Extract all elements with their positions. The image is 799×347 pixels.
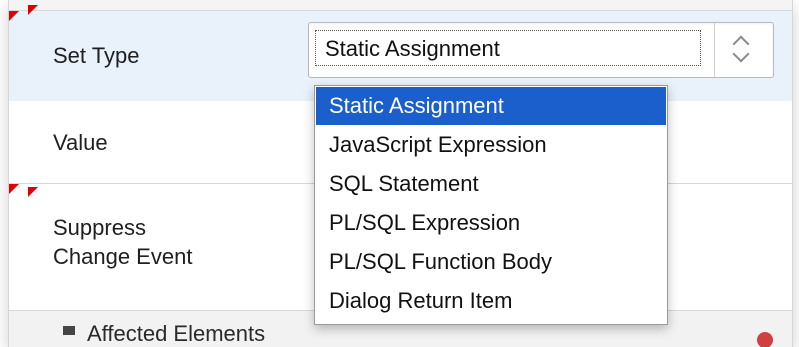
screenshot-stage: Set Type Static Assignment Value Suppres… — [0, 0, 799, 347]
suppress-change-event-label: Suppress Change Event — [53, 213, 263, 271]
option-javascript-expression[interactable]: JavaScript Expression — [316, 126, 666, 164]
affected-elements-label: Affected Elements — [87, 321, 266, 346]
suppress-label-line2: Change Event — [53, 244, 193, 269]
chevron-down-icon — [732, 45, 750, 63]
suppress-label-line1: Suppress — [53, 215, 146, 240]
required-marker-edge — [28, 5, 38, 15]
set-type-select[interactable]: Static Assignment — [308, 22, 774, 78]
set-type-dropdown-list[interactable]: Static Assignment JavaScript Expression … — [314, 85, 668, 325]
select-stepper[interactable] — [714, 23, 773, 77]
option-dialog-return-item[interactable]: Dialog Return Item — [316, 282, 666, 320]
set-type-label: Set Type — [53, 43, 140, 68]
option-static-assignment[interactable]: Static Assignment — [316, 87, 666, 125]
required-marker — [9, 184, 19, 194]
required-marker — [9, 11, 19, 21]
collapse-icon[interactable] — [63, 326, 75, 335]
option-plsql-function-body[interactable]: PL/SQL Function Body — [316, 243, 666, 281]
option-plsql-expression[interactable]: PL/SQL Expression — [316, 204, 666, 242]
property-panel: Set Type Static Assignment Value Suppres… — [8, 0, 793, 347]
set-type-selected-value[interactable]: Static Assignment — [315, 30, 701, 66]
value-label: Value — [53, 130, 108, 155]
option-sql-statement[interactable]: SQL Statement — [316, 165, 666, 203]
required-marker-edge — [28, 187, 38, 197]
